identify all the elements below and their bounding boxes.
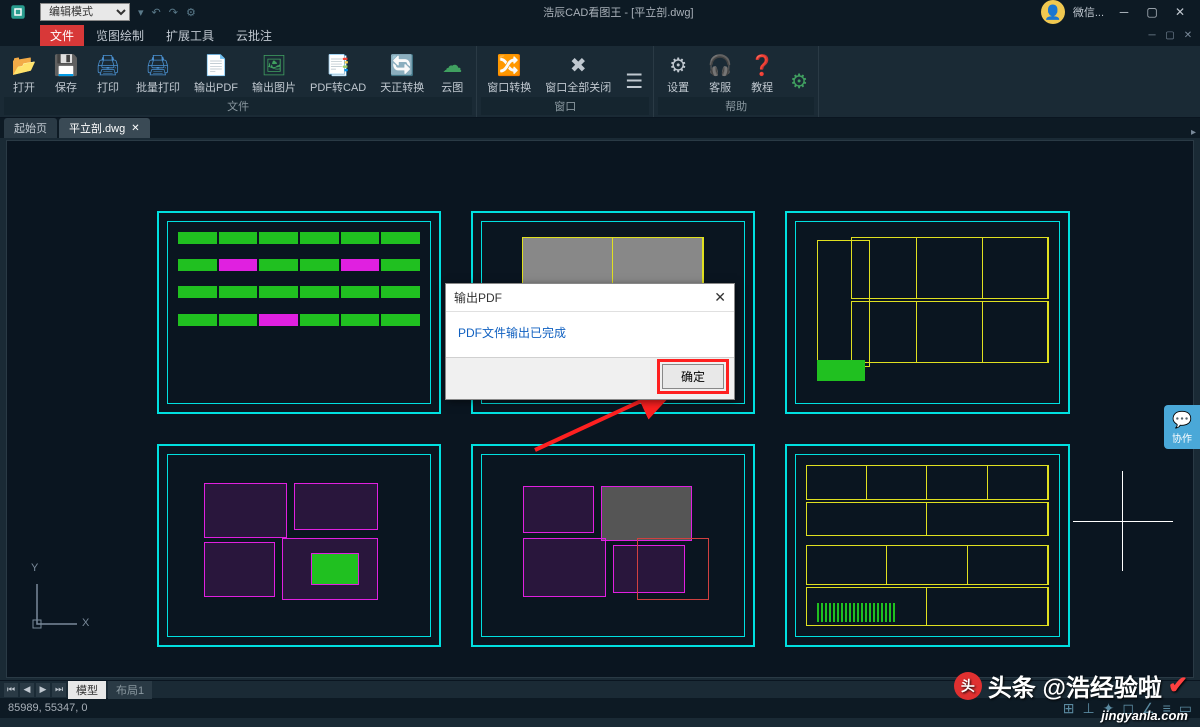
menubar: 文件 览图绘制 扩展工具 云批注 ─ ▢ ✕ <box>0 24 1200 46</box>
sub-close-icon[interactable]: ✕ <box>1180 30 1196 41</box>
nav-last-button[interactable]: ⏭ <box>52 683 66 697</box>
ribbon-group-help: ⚙设置 🎧客服 ❓教程 ⚙ 帮助 <box>654 46 819 117</box>
crosshair-horizontal <box>1073 521 1173 522</box>
pdf-to-cad-button[interactable]: 📑PDF转CAD <box>304 48 372 97</box>
print-button[interactable]: 🖨打印 <box>88 48 128 97</box>
wechat-label[interactable]: 微信... <box>1073 4 1104 20</box>
tab-scroll-icon[interactable]: ▸ <box>1191 127 1196 138</box>
convert-icon: 📑 <box>326 51 351 79</box>
menu-extend-tools[interactable]: 扩展工具 <box>156 25 224 46</box>
cloud-drawing-button[interactable]: ☁云图 <box>432 48 472 97</box>
dialog-title-text: 输出PDF <box>454 289 502 306</box>
menu-file[interactable]: 文件 <box>40 25 84 46</box>
drawing-sheets <box>7 141 1193 677</box>
ribbon: 📂打开 💾保存 🖨打印 🖨批量打印 📄输出PDF 🖼输出图片 📑PDF转CAD … <box>0 46 1200 118</box>
batch-print-button[interactable]: 🖨批量打印 <box>130 48 186 97</box>
menu-view-draw[interactable]: 览图绘制 <box>86 25 154 46</box>
ribbon-group-label-help: 帮助 <box>658 97 814 115</box>
dropdown-icon[interactable]: ▾ <box>138 6 144 19</box>
sheet-3 <box>785 211 1069 414</box>
window-switch-button[interactable]: 🔀窗口转换 <box>481 48 537 97</box>
window-list-button[interactable]: ☰ <box>619 48 649 97</box>
redo-icon[interactable]: ↷ <box>169 6 178 19</box>
minimize-button[interactable]: ─ <box>1112 3 1136 21</box>
refresh-icon: 🔄 <box>390 51 415 79</box>
open-button[interactable]: 📂打开 <box>4 48 44 97</box>
undo-icon[interactable]: ↶ <box>152 6 161 19</box>
close-button[interactable]: ✕ <box>1168 3 1192 21</box>
export-image-button[interactable]: 🖼输出图片 <box>246 48 302 97</box>
user-avatar-icon[interactable]: 👤 <box>1041 0 1065 24</box>
crosshair-vertical <box>1122 471 1123 571</box>
dialog-close-button[interactable]: ✕ <box>714 289 726 306</box>
chat-icon: 💬 <box>1172 410 1192 430</box>
pdf-icon: 📄 <box>204 51 229 79</box>
folder-open-icon: 📂 <box>12 51 37 79</box>
watermark-site: jingyanla.com <box>1101 708 1188 723</box>
window-title: 浩辰CAD看图王 - [平立剖.dwg] <box>196 4 1041 20</box>
document-tabbar: 起始页 平立剖.dwg✕ ▸ <box>0 118 1200 138</box>
ok-button[interactable]: 确定 <box>662 364 724 389</box>
options-button[interactable]: ⚙ <box>784 48 814 97</box>
export-pdf-dialog: 输出PDF ✕ PDF文件输出已完成 确定 <box>445 283 735 400</box>
image-icon: 🖼 <box>261 51 286 79</box>
coordinates-readout: 85989, 55347, 0 <box>8 702 1063 714</box>
save-button[interactable]: 💾保存 <box>46 48 86 97</box>
tab-model[interactable]: 模型 <box>68 681 106 699</box>
tangent-convert-button[interactable]: 🔄天正转换 <box>374 48 430 97</box>
watermark-main: 头 头条 @浩经验啦 ✔ <box>954 668 1188 703</box>
window-switch-icon: 🔀 <box>497 51 522 79</box>
tab-drawing-file[interactable]: 平立剖.dwg✕ <box>59 118 150 138</box>
help-icon: ❓ <box>750 51 775 79</box>
tab-start-page[interactable]: 起始页 <box>4 118 57 138</box>
dialog-titlebar[interactable]: 输出PDF ✕ <box>446 284 734 312</box>
support-button[interactable]: 🎧客服 <box>700 48 740 97</box>
menu-cloud-annotate[interactable]: 云批注 <box>226 25 282 46</box>
ribbon-group-file: 📂打开 💾保存 🖨打印 🖨批量打印 📄输出PDF 🖼输出图片 📑PDF转CAD … <box>0 46 477 117</box>
export-pdf-button[interactable]: 📄输出PDF <box>188 48 244 97</box>
tab-layout1[interactable]: 布局1 <box>108 681 152 699</box>
nav-prev-button[interactable]: ◀ <box>20 683 34 697</box>
tutorial-button[interactable]: ❓教程 <box>742 48 782 97</box>
mode-select[interactable]: 编辑模式 <box>40 3 130 21</box>
gear-small-icon: ⚙ <box>790 67 808 95</box>
ribbon-group-label-window: 窗口 <box>481 97 649 115</box>
ucs-icon: Y X <box>27 562 87 637</box>
sheet-1 <box>157 211 441 414</box>
toutiao-logo-icon: 头 <box>954 672 982 700</box>
gear-icon: ⚙ <box>669 51 687 79</box>
tab-close-icon[interactable]: ✕ <box>131 123 139 134</box>
collaborate-button[interactable]: 💬 协作 <box>1164 405 1200 449</box>
nav-first-button[interactable]: ⏮ <box>4 683 18 697</box>
nav-next-button[interactable]: ▶ <box>36 683 50 697</box>
menu-icon: ☰ <box>625 67 643 95</box>
printer-icon: 🖨 <box>95 51 120 79</box>
titlebar: 编辑模式 ▾ ↶ ↷ ⚙ 浩辰CAD看图王 - [平立剖.dwg] 👤 微信..… <box>0 0 1200 24</box>
save-icon: 💾 <box>54 51 79 79</box>
settings-button[interactable]: ⚙设置 <box>658 48 698 97</box>
ribbon-group-label-file: 文件 <box>4 97 472 115</box>
close-all-windows-button[interactable]: ✖窗口全部关闭 <box>539 48 617 97</box>
batch-printer-icon: 🖨 <box>145 51 170 79</box>
close-all-icon: ✖ <box>570 51 587 79</box>
sheet-4 <box>157 444 441 647</box>
sub-restore-icon[interactable]: ▢ <box>1162 30 1178 41</box>
cloud-icon: ☁ <box>442 51 462 79</box>
sub-minimize-icon[interactable]: ─ <box>1144 30 1160 41</box>
dialog-message: PDF文件输出已完成 <box>446 312 734 357</box>
app-logo-icon <box>0 0 36 24</box>
settings-icon[interactable]: ⚙ <box>186 6 196 19</box>
headset-icon: 🎧 <box>708 51 733 79</box>
sheet-6 <box>785 444 1069 647</box>
sheet-5 <box>471 444 755 647</box>
drawing-canvas[interactable]: Y X <box>6 140 1194 678</box>
maximize-button[interactable]: ▢ <box>1140 3 1164 21</box>
ribbon-group-window: 🔀窗口转换 ✖窗口全部关闭 ☰ 窗口 <box>477 46 654 117</box>
